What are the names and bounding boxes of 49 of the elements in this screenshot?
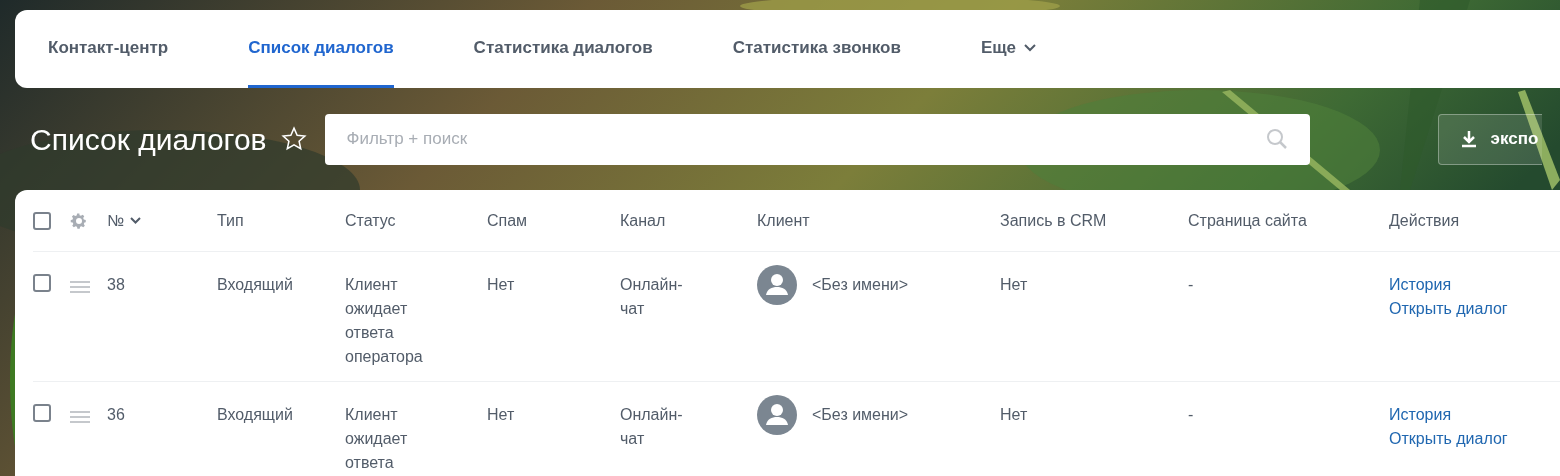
table-cell-text: Нет [487, 405, 516, 425]
table-cell-text: Входящий [217, 405, 294, 425]
table-cell-text: Клиент ожидает ответа [345, 405, 409, 473]
table-cell-text: Нет [487, 275, 516, 295]
table-cell-text: Онлайн-чат [620, 405, 684, 449]
more-tab[interactable]: Еще [980, 10, 1037, 88]
checkbox[interactable] [33, 404, 51, 422]
page-title: Список диалогов [30, 121, 267, 158]
column-header[interactable]: Запись в CRM [1000, 208, 1107, 233]
action-link[interactable]: История [1389, 403, 1452, 427]
column-header[interactable]: Спам [487, 208, 528, 233]
checkbox[interactable] [33, 211, 51, 230]
column-header[interactable]: Действия [1389, 208, 1460, 233]
export-button[interactable]: экспо [1437, 113, 1542, 165]
table-cell-text: Нет [1000, 275, 1029, 295]
column-header[interactable]: Статус [345, 208, 396, 233]
action-link[interactable]: Открыть диалог [1389, 427, 1508, 451]
tab[interactable]: Список диалогов [248, 10, 394, 88]
action-link[interactable]: Открыть диалог [1389, 297, 1508, 321]
client-name: <Без имени> [812, 275, 909, 295]
chevron-down-icon [1024, 43, 1037, 52]
avatar-icon [757, 265, 797, 305]
avatar-icon [757, 395, 797, 435]
action-link[interactable]: История [1389, 273, 1452, 297]
column-header[interactable]: № [107, 208, 125, 233]
tab[interactable]: Статистика звонков [732, 10, 901, 88]
chevron-down-icon[interactable] [130, 217, 142, 224]
table-cell-text: - [1188, 275, 1195, 295]
drag-handle-icon[interactable] [70, 281, 90, 293]
table-cell-text: Нет [1000, 405, 1029, 425]
client-name: <Без имени> [812, 405, 909, 425]
table-cell-text: Клиент ожидает ответа оператора [345, 275, 424, 367]
drag-handle-icon[interactable] [70, 411, 90, 423]
search-field[interactable]: Фильтр + поиск [324, 113, 1310, 165]
settings-icon[interactable] [70, 211, 88, 230]
download-icon [1460, 130, 1477, 148]
column-header[interactable]: Страница сайта [1188, 208, 1307, 233]
tab[interactable]: Контакт-центр [48, 10, 169, 88]
table-cell-text: - [1188, 405, 1195, 425]
table-cell-text: Входящий [217, 275, 294, 295]
table-cell-text: 36 [107, 405, 126, 425]
table-cell-text: 38 [107, 275, 126, 295]
table-cell-text: Онлайн-чат [620, 275, 684, 319]
column-header[interactable]: Тип [217, 208, 244, 233]
tab[interactable]: Статистика диалогов [473, 10, 653, 88]
star-icon[interactable] [280, 126, 307, 152]
checkbox[interactable] [33, 274, 51, 292]
column-header[interactable]: Канал [620, 208, 666, 233]
column-header[interactable]: Клиент [757, 208, 810, 233]
